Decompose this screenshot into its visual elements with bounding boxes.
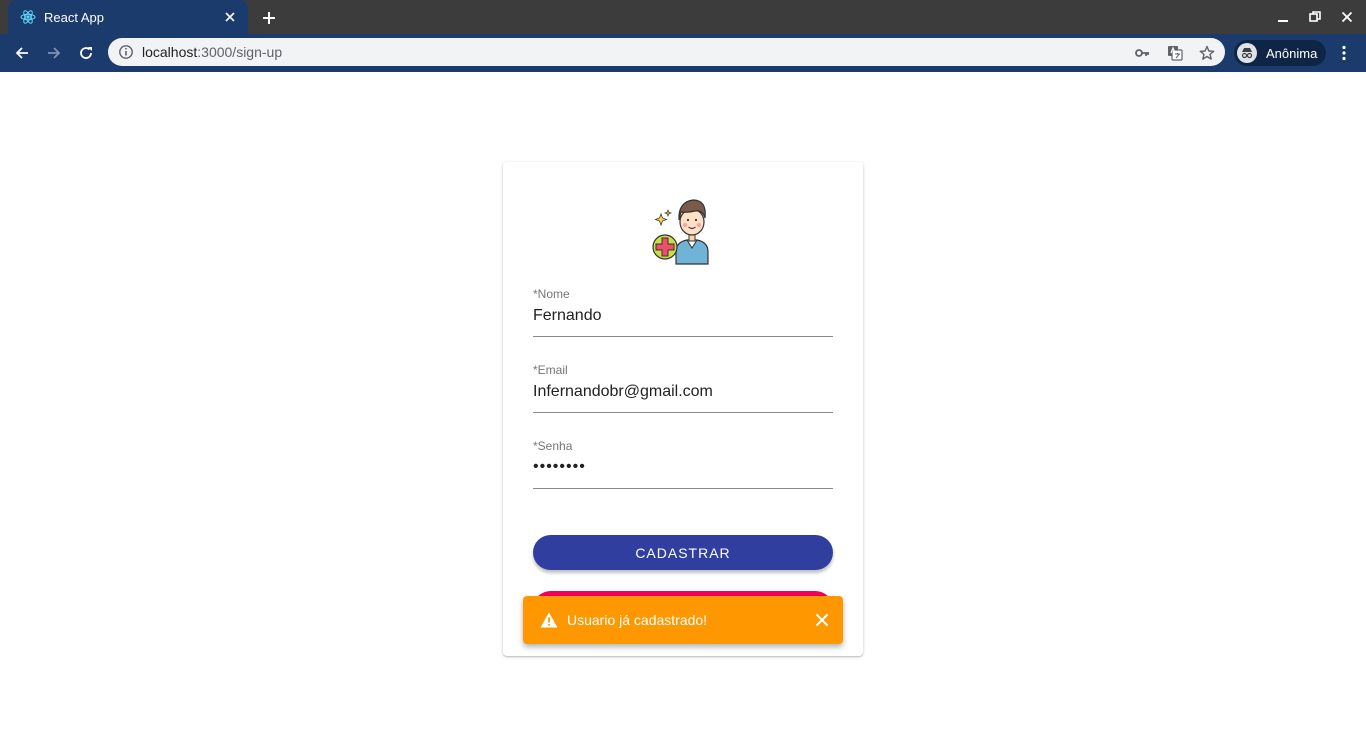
password-field[interactable]: *Senha •••••••• [533,439,833,489]
password-input[interactable]: •••••••• [533,458,586,476]
browser-tab-strip: React App [0,0,1366,34]
sign-up-card: *Nome Fernando *Email Infernandobr@gmail… [503,162,863,656]
warning-snackbar: Usuario já cadastrado! [523,596,843,644]
url-path: :3000/sign-up [197,44,283,60]
address-bar[interactable]: localhost:3000/sign-up [108,38,1225,66]
tab-title: React App [44,9,104,25]
translate-icon[interactable] [1166,44,1184,62]
reload-icon[interactable] [74,41,98,65]
email-input[interactable]: Infernandobr@gmail.com [533,383,713,401]
close-window-icon[interactable] [1336,7,1358,27]
warning-icon [539,610,559,630]
email-field[interactable]: *Email Infernandobr@gmail.com [533,363,833,413]
password-label: *Senha [533,439,573,453]
name-label: *Nome [533,287,570,301]
incognito-icon [1237,43,1257,63]
info-icon[interactable] [118,44,134,60]
profile-name: Anônima [1266,45,1318,61]
minimize-icon[interactable] [1272,7,1294,27]
submit-button[interactable]: CADASTRAR [533,535,833,570]
name-input[interactable]: Fernando [533,307,602,325]
menu-icon[interactable] [1336,42,1352,64]
close-alert-icon[interactable] [813,611,831,629]
react-favicon-icon [20,9,36,25]
url-text: localhost:3000/sign-up [142,44,282,60]
star-icon[interactable] [1198,44,1216,62]
email-label: *Email [533,363,568,377]
name-field[interactable]: *Nome Fernando [533,287,833,337]
url-host: localhost [142,44,198,60]
browser-toolbar: localhost:3000/sign-up Anônima [0,34,1366,72]
key-icon[interactable] [1133,44,1151,62]
browser-tab[interactable]: React App [8,0,248,34]
forward-icon[interactable] [42,41,66,65]
new-tab-icon[interactable] [258,7,280,29]
alert-message: Usuario já cadastrado! [567,612,708,628]
incognito-profile-button[interactable]: Anônima [1234,40,1326,66]
new-user-icon [651,192,721,266]
close-tab-icon[interactable] [222,9,238,25]
back-icon[interactable] [10,41,34,65]
restore-icon[interactable] [1304,7,1326,27]
